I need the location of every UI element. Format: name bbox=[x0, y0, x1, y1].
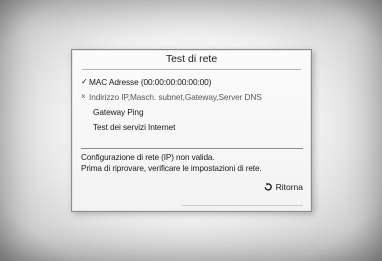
test-label: Gateway Ping bbox=[93, 106, 144, 117]
return-button[interactable]: Ritorna bbox=[263, 182, 303, 192]
title-divider bbox=[82, 69, 301, 70]
test-item-internet-services: Test dei servizi Internet bbox=[81, 119, 307, 134]
test-label: Test dei servizi Internet bbox=[93, 121, 176, 132]
message-divider bbox=[81, 148, 303, 149]
test-item-mac-address: ✓ MAC Adresse (00:00:00:00:00:00) bbox=[81, 74, 307, 89]
tv-screen: Test di rete ✓ MAC Adresse (00:00:00:00:… bbox=[0, 0, 382, 261]
test-label: MAC Adresse (00:00:00:00:00:00) bbox=[89, 76, 212, 87]
test-label: Indirizzo IP,Masch. subnet,Gateway,Serve… bbox=[89, 91, 262, 102]
test-list: ✓ MAC Adresse (00:00:00:00:00:00) × Indi… bbox=[81, 74, 307, 134]
bottom-divider bbox=[182, 205, 303, 206]
error-message-line-1: Configurazione di rete (IP) non valida. bbox=[81, 153, 215, 162]
test-item-ip-settings: × Indirizzo IP,Masch. subnet,Gateway,Ser… bbox=[81, 89, 307, 104]
network-test-dialog: Test di rete ✓ MAC Adresse (00:00:00:00:… bbox=[71, 49, 312, 212]
dialog-title: Test di rete bbox=[165, 53, 218, 65]
return-arrow-icon bbox=[263, 182, 273, 192]
test-item-gateway-ping: Gateway Ping bbox=[81, 104, 307, 119]
error-message-line-2: Prima di riprovare, verificare le impost… bbox=[81, 164, 262, 173]
check-icon: ✓ bbox=[81, 77, 88, 86]
cross-icon: × bbox=[81, 92, 86, 101]
return-label: Ritorna bbox=[275, 182, 303, 192]
error-message: Configurazione di rete (IP) non valida. … bbox=[81, 152, 309, 174]
